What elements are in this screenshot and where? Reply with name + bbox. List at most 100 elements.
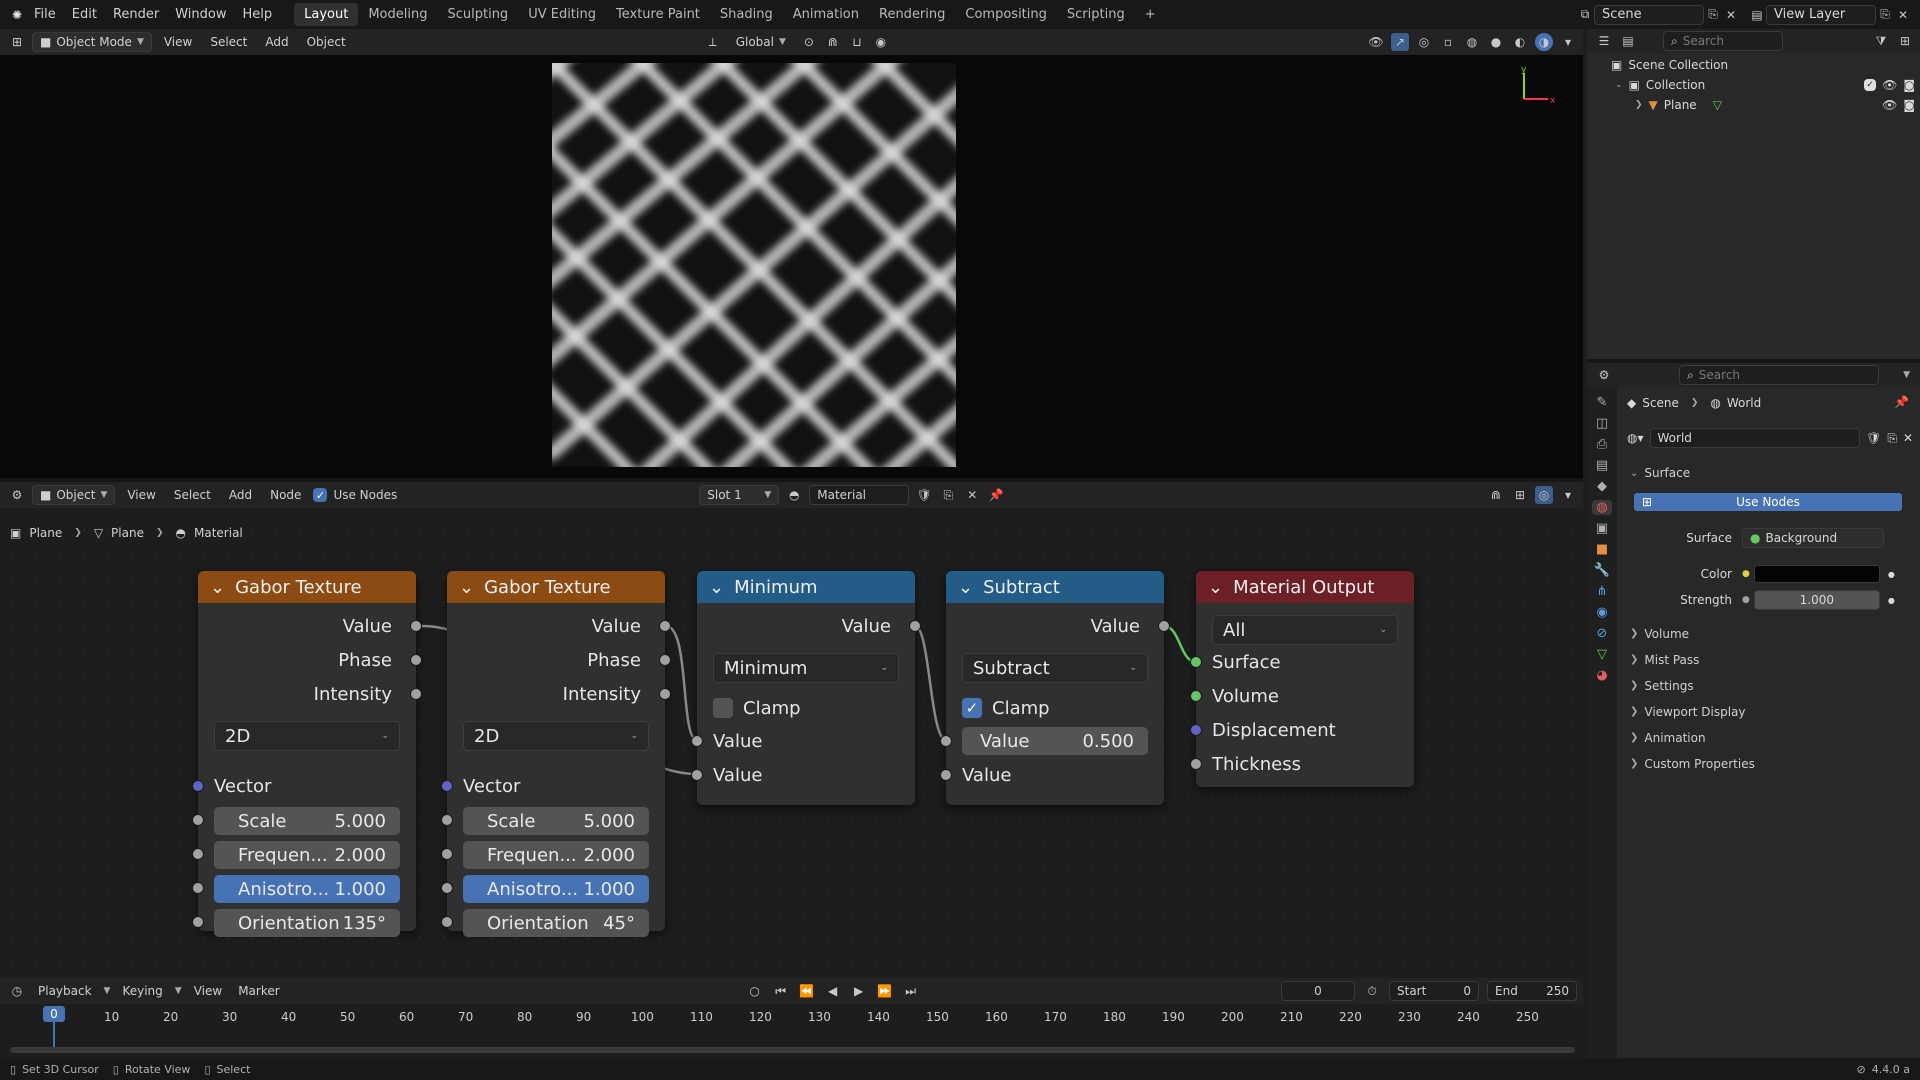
filter-icon[interactable]: ⧩ <box>1872 32 1890 50</box>
input-value-1-socket[interactable] <box>691 735 703 747</box>
output-tab-icon[interactable]: ⎙ <box>1597 437 1607 452</box>
delete-view-layer-icon[interactable]: ✕ <box>1894 6 1912 24</box>
playhead[interactable]: 0 <box>43 1006 65 1022</box>
tab-shading[interactable]: Shading <box>710 3 783 26</box>
view-layer-icon[interactable]: ▤ <box>1748 6 1766 24</box>
editor-type-icon[interactable]: ⚙ <box>8 486 26 504</box>
operation-dropdown[interactable]: Subtract ⌄ <box>962 653 1148 683</box>
eye-icon[interactable]: 👁 <box>1882 78 1897 92</box>
mode-selector[interactable]: ■ Object Mode ▼ <box>32 32 152 52</box>
jump-keyframe-back-icon[interactable]: ⏪ <box>798 982 816 1000</box>
input-thickness-socket[interactable] <box>1190 758 1202 770</box>
scene-tab-icon[interactable]: ◆ <box>1597 479 1607 494</box>
tree-row-plane[interactable]: ❯ ▼ Plane ▽ 👁 ◙ <box>1635 95 1915 115</box>
world-tab-icon[interactable]: ◍ <box>1592 500 1612 515</box>
proportional-edit-icon[interactable]: ◉ <box>872 33 890 51</box>
snap-icon[interactable]: ⋒ <box>1487 486 1505 504</box>
input-anisotropy-socket[interactable] <box>441 882 453 894</box>
properties-search[interactable]: ⌕ Search <box>1679 365 1879 385</box>
preview-range-icon[interactable]: ⏱ <box>1363 982 1381 1000</box>
node-header[interactable]: ⌄ Subtract <box>946 571 1164 603</box>
pivot-icon[interactable]: ⊙ <box>800 33 818 51</box>
clamp-row[interactable]: ✓ Clamp <box>962 695 1050 721</box>
view-layer-tab-icon[interactable]: ▤ <box>1596 458 1608 473</box>
node-menu-select[interactable]: Select <box>168 488 217 502</box>
particles-tab-icon[interactable]: ⋔ <box>1597 584 1608 599</box>
scene-selector[interactable]: Scene <box>1594 4 1704 25</box>
frequency-field[interactable]: Frequen... 2.000 <box>463 841 649 869</box>
output-intensity-socket[interactable] <box>410 688 422 700</box>
jump-end-icon[interactable]: ⏭ <box>902 982 920 1000</box>
world-selector[interactable]: ◍▾ World 🛡 ⎘ ✕ <box>1627 427 1913 449</box>
gizmo-icon[interactable]: ↗ <box>1391 33 1409 51</box>
node-minimum[interactable]: ⌄ Minimum Value Minimum ⌄ Clamp Value Valu… <box>691 571 921 805</box>
clamp-checkbox[interactable]: ✓ <box>962 698 982 718</box>
use-nodes-button[interactable]: ⊞ Use Nodes <box>1634 493 1902 511</box>
data-tab-icon[interactable]: ▽ <box>1597 647 1607 662</box>
snap-icon[interactable]: ⋒ <box>824 33 842 51</box>
clamp-row[interactable]: Clamp <box>713 695 801 721</box>
chevron-down-icon[interactable]: ▼ <box>1903 370 1910 380</box>
input-orientation-socket[interactable] <box>441 916 453 928</box>
panel-volume[interactable]: ❯ Volume <box>1630 620 1910 646</box>
rendered-shading-icon[interactable]: ◑ <box>1535 33 1553 51</box>
strength-field[interactable]: 1.000 <box>1753 590 1880 610</box>
visibility-icon[interactable]: 👁 <box>1367 33 1385 51</box>
input-anisotropy-socket[interactable] <box>192 882 204 894</box>
shading-options-icon[interactable]: ▾ <box>1559 33 1577 51</box>
node-menu-node[interactable]: Node <box>264 488 307 502</box>
chevron-down-icon[interactable]: ⌄ <box>1615 80 1623 90</box>
modifier-tab-icon[interactable]: 🔧 <box>1594 563 1610 578</box>
input-value-2-socket[interactable] <box>940 769 952 781</box>
orientation-selector[interactable]: Global ▼ <box>727 32 794 52</box>
input-vector-socket[interactable] <box>441 780 453 792</box>
node-material-output[interactable]: ⌄ Material Output All ⌄ Surface Volume Dis… <box>1190 571 1414 787</box>
panel-custom-properties[interactable]: ❯ Custom Properties <box>1630 750 1910 776</box>
panel-mist-pass[interactable]: ❯ Mist Pass <box>1630 646 1910 672</box>
play-icon[interactable]: ▶ <box>850 982 868 1000</box>
tree-row-scene-collection[interactable]: ▣ Scene Collection <box>1611 55 1728 75</box>
pin-icon[interactable]: 📌 <box>1894 395 1909 409</box>
input-value-1-socket[interactable] <box>940 735 952 747</box>
node-editor-canvas[interactable]: ▣ Plane ❯ ▽ Plane ❯ ◓ Material ⌄ Gabor Te… <box>0 518 1583 978</box>
current-frame-field[interactable]: 0 <box>1281 981 1355 1001</box>
editor-type-icon[interactable]: ☰ <box>1595 32 1613 50</box>
panel-animation[interactable]: ❯ Animation <box>1630 724 1910 750</box>
node-subtract[interactable]: ⌄ Subtract Value Subtract ⌄ ✓ Clamp Value 0.… <box>940 571 1170 805</box>
orientation-field[interactable]: Orientation 45° <box>463 909 649 937</box>
node-header[interactable]: ⌄ Gabor Texture <box>447 571 665 603</box>
physics-tab-icon[interactable]: ◉ <box>1596 605 1607 620</box>
input-displacement-socket[interactable] <box>1190 724 1202 736</box>
play-reverse-icon[interactable]: ◀ <box>824 982 842 1000</box>
editor-type-icon[interactable]: ◷ <box>8 982 26 1000</box>
tab-uv-editing[interactable]: UV Editing <box>518 3 606 26</box>
color-swatch[interactable] <box>1753 565 1880 583</box>
world-name-field[interactable]: World <box>1649 428 1861 448</box>
tab-texture-paint[interactable]: Texture Paint <box>606 3 710 26</box>
fake-user-icon[interactable]: 🛡 <box>915 486 933 504</box>
viewport-canvas[interactable]: y x <box>0 55 1583 478</box>
output-phase-socket[interactable] <box>410 654 422 666</box>
input-value-2-socket[interactable] <box>691 769 703 781</box>
pin-icon[interactable]: 📌 <box>987 486 1005 504</box>
output-phase-socket[interactable] <box>659 654 671 666</box>
input-scale-socket[interactable] <box>192 814 204 826</box>
input-frequency-socket[interactable] <box>192 848 204 860</box>
world-browse-icon[interactable]: ◍▾ <box>1627 431 1644 445</box>
material-tab-icon[interactable]: ◕ <box>1596 668 1607 683</box>
tab-rendering[interactable]: Rendering <box>869 3 955 26</box>
new-scene-icon[interactable]: ⎘ <box>1704 6 1722 24</box>
constraints-tab-icon[interactable]: ⊘ <box>1597 626 1608 641</box>
scale-field[interactable]: Scale 5.000 <box>214 807 400 835</box>
keyframe-dot-icon[interactable]: ● <box>1888 570 1895 579</box>
material-shading-icon[interactable]: ◐ <box>1511 33 1529 51</box>
xray-icon[interactable]: ▫ <box>1439 33 1457 51</box>
output-value-socket[interactable] <box>909 620 921 632</box>
panel-viewport-display[interactable]: ❯ Viewport Display <box>1630 698 1910 724</box>
node-header[interactable]: ⌄ Gabor Texture <box>198 571 416 603</box>
tab-compositing[interactable]: Compositing <box>955 3 1057 26</box>
use-nodes-checkbox[interactable]: ✓ <box>313 488 328 502</box>
output-value-socket[interactable] <box>410 620 422 632</box>
overlay-options-icon[interactable]: ▾ <box>1559 486 1577 504</box>
panel-settings[interactable]: ❯ Settings <box>1630 672 1910 698</box>
